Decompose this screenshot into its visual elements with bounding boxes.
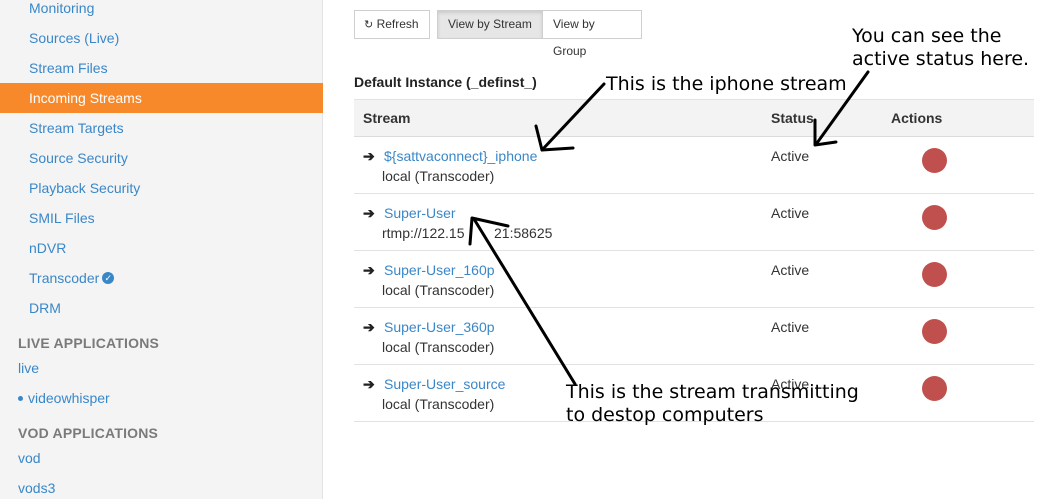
desktop-annotation-line1: This is the stream transmitting (566, 381, 859, 403)
sidebar-item-playback-security[interactable]: Playback Security (0, 173, 323, 203)
sidebar-item-label: Incoming Streams (29, 90, 142, 106)
bullet-icon (18, 395, 23, 401)
sidebar: Monitoring Sources (Live) Stream Files I… (0, 0, 323, 499)
table-header: Stream Status Actions (354, 99, 1034, 137)
sidebar-item-label: nDVR (29, 240, 67, 256)
sidebar-item-label: SMIL Files (29, 210, 95, 226)
view-by-group-label: View by Group (553, 17, 595, 58)
view-by-stream-label: View by Stream (448, 17, 532, 31)
stop-stream-button[interactable] (922, 262, 947, 287)
status-text: Active (771, 148, 810, 164)
live-applications-heading: LIVE APPLICATIONS (18, 335, 160, 351)
stream-source: local (Transcoder) (382, 396, 495, 412)
actions-column-header: Actions (891, 110, 943, 126)
status-annotation-line2: active status here. (852, 48, 1030, 70)
sidebar-item-smil-files[interactable]: SMIL Files (0, 203, 323, 233)
stream-link[interactable]: Super-User_source (384, 376, 505, 392)
stream-link[interactable]: Super-User_160p (384, 262, 495, 278)
app-item-label: videowhisper (28, 390, 110, 406)
refresh-icon: ↻ (364, 19, 374, 31)
arrow-right-icon: ➔ (363, 205, 375, 221)
status-text: Active (771, 319, 810, 335)
stop-stream-button[interactable] (922, 148, 947, 173)
view-by-group-button[interactable]: View by Group (542, 10, 642, 58)
sidebar-item-label: Stream Files (29, 60, 108, 76)
arrow-right-icon: ➔ (363, 376, 375, 392)
stop-stream-button[interactable] (922, 376, 947, 401)
sidebar-item-label: Sources (Live) (29, 30, 120, 46)
view-by-stream-button[interactable]: View by Stream (437, 10, 543, 39)
stream-source: local (Transcoder) (382, 339, 495, 355)
app-item-vods3[interactable]: vods3 (18, 480, 55, 496)
app-item-label: live (18, 360, 40, 376)
sidebar-item-incoming-streams[interactable]: Incoming Streams (0, 83, 323, 113)
sidebar-item-label: Playback Security (29, 180, 141, 196)
check-circle-icon: ✓ (102, 272, 115, 285)
sidebar-item-stream-targets[interactable]: Stream Targets (0, 113, 323, 143)
sidebar-item-ndvr[interactable]: nDVR (0, 233, 323, 263)
status-column-header: Status (771, 110, 814, 126)
instance-title: Default Instance (_definst_) (354, 74, 537, 90)
stream-source-tail: 21:58625 (494, 225, 553, 241)
desktop-annotation-line2: to destop computers (566, 404, 764, 426)
app-item-label: vods3 (18, 480, 56, 496)
sidebar-item-label: Stream Targets (29, 120, 124, 136)
sidebar-item-transcoder[interactable]: Transcoder ✓ (0, 263, 323, 293)
sidebar-item-label: Source Security (29, 150, 128, 166)
status-text: Active (771, 262, 810, 278)
stop-stream-button[interactable] (922, 319, 947, 344)
sidebar-item-drm[interactable]: DRM (0, 293, 323, 323)
stream-source: local (Transcoder) (382, 282, 495, 298)
app-item-live[interactable]: live (18, 360, 39, 376)
arrow-right-icon: ➔ (363, 319, 375, 335)
vod-applications-heading: VOD APPLICATIONS (18, 425, 159, 441)
stream-link[interactable]: Super-User_360p (384, 319, 495, 335)
table-row: ➔ ${sattvaconnect}_iphone local (Transco… (354, 137, 1034, 194)
sidebar-item-source-security[interactable]: Source Security (0, 143, 323, 173)
stream-column-header: Stream (363, 110, 411, 126)
stream-link[interactable]: ${sattvaconnect}_iphone (384, 148, 537, 164)
stream-source: local (Transcoder) (382, 168, 495, 184)
status-annotation-line1: You can see the (852, 25, 1002, 47)
app-item-videowhisper[interactable]: videowhisper (18, 390, 110, 406)
stream-link[interactable]: Super-User (384, 205, 456, 221)
iphone-annotation: This is the iphone stream (606, 73, 847, 95)
stream-source: rtmp://122.15 (382, 225, 465, 241)
table-row: ➔ Super-User rtmp://122.15 21:58625 Acti… (354, 194, 1034, 251)
table-row: ➔ Super-User_160p local (Transcoder) Act… (354, 251, 1034, 308)
sidebar-item-stream-files[interactable]: Stream Files (0, 53, 323, 83)
app-item-vod[interactable]: vod (18, 450, 41, 466)
sidebar-item-monitoring[interactable]: Monitoring (0, 0, 323, 23)
stop-stream-button[interactable] (922, 205, 947, 230)
app-item-label: vod (18, 450, 41, 466)
status-text: Active (771, 205, 810, 221)
arrow-right-icon: ➔ (363, 148, 375, 164)
sidebar-item-label: Transcoder (29, 270, 100, 286)
sidebar-item-label: DRM (29, 300, 61, 316)
arrow-right-icon: ➔ (363, 262, 375, 278)
sidebar-item-sources-live[interactable]: Sources (Live) (0, 23, 323, 53)
sidebar-item-label: Monitoring (29, 0, 95, 16)
refresh-label: Refresh (376, 17, 419, 31)
table-row: ➔ Super-User_360p local (Transcoder) Act… (354, 308, 1034, 365)
refresh-button[interactable]: ↻ Refresh (354, 10, 430, 39)
